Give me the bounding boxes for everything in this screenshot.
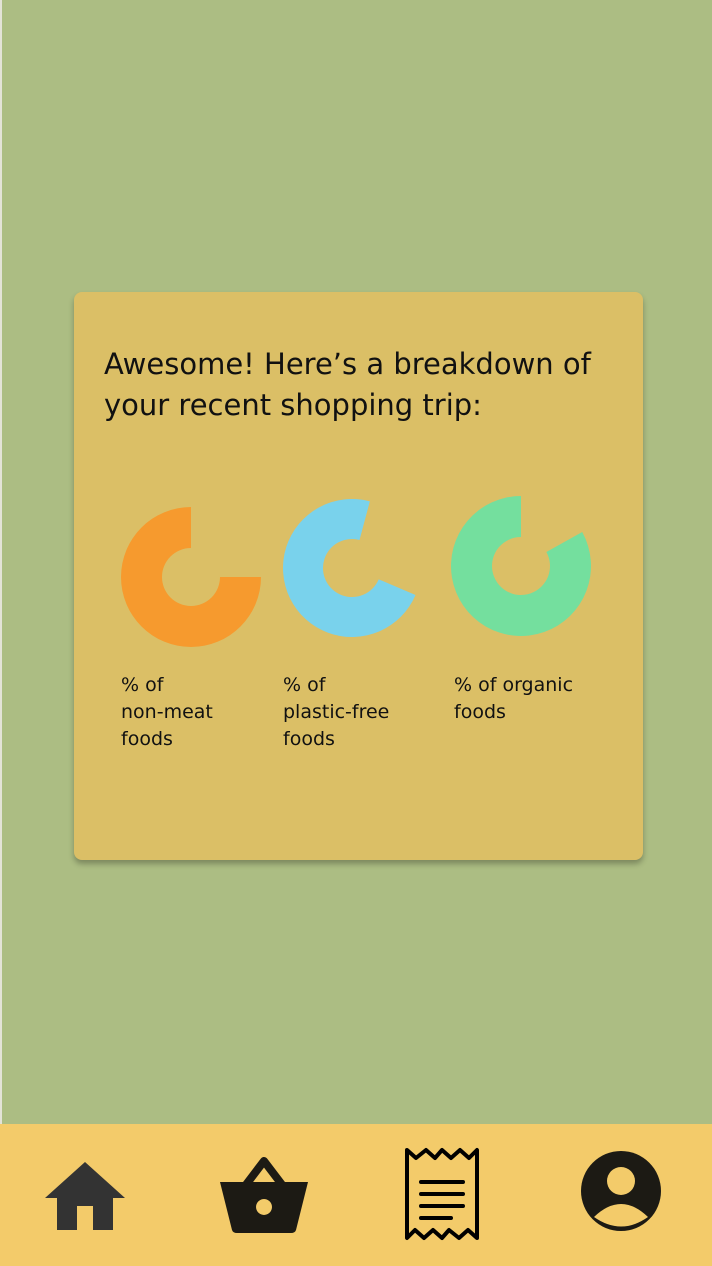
home-button[interactable]: [45, 1162, 125, 1230]
receipt-button[interactable]: [404, 1146, 480, 1242]
organic-donut-arc: [451, 496, 591, 636]
non-meat-label: % of non-meat foods: [121, 674, 213, 750]
basket-button[interactable]: [218, 1156, 310, 1234]
card-heading: Awesome! Here’s a breakdown of your rece…: [104, 347, 591, 422]
plastic-free-donut: [283, 499, 421, 637]
breakdown-card: Awesome! Here’s a breakdown of your rece…: [74, 292, 643, 860]
plastic-free-label: % of plastic-free foods: [283, 674, 390, 750]
left-edge: [0, 0, 2, 1266]
non-meat-donut: [121, 507, 261, 647]
organic-label: % of organic foods: [454, 674, 574, 723]
receipt-icon: [405, 1148, 479, 1240]
profile-icon: [581, 1151, 661, 1231]
bottom-nav: [0, 1124, 712, 1266]
organic-donut: [451, 496, 591, 636]
plastic-free-donut-arc: [283, 499, 416, 637]
home-icon: [45, 1162, 125, 1230]
profile-button[interactable]: [580, 1150, 662, 1232]
non-meat-donut-arc: [121, 507, 261, 647]
basket-icon: [220, 1157, 308, 1233]
